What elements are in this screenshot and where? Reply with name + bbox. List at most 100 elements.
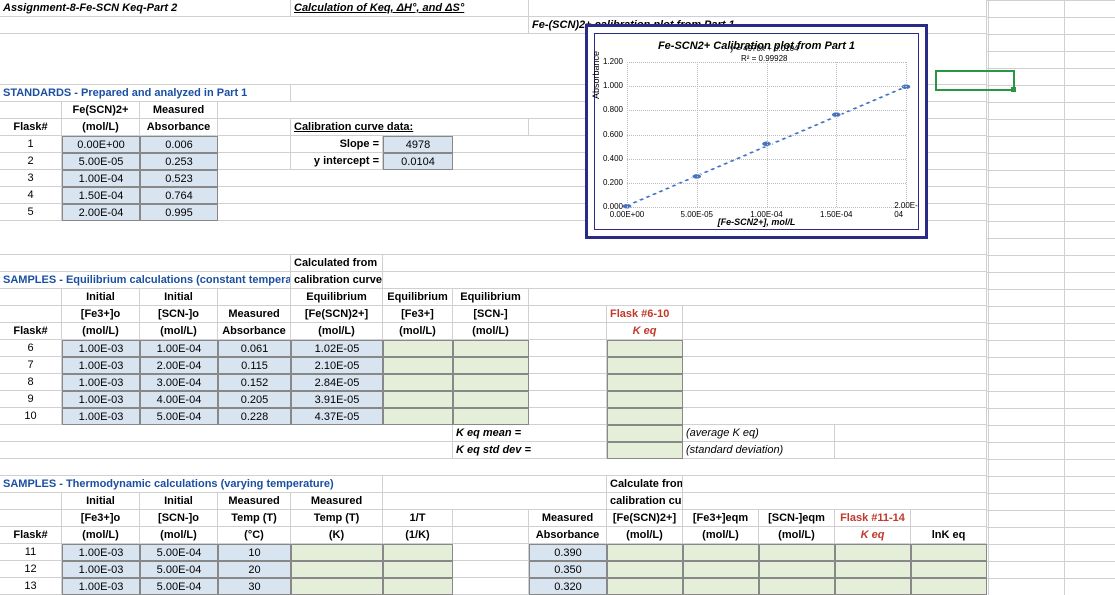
t-lnk[interactable] bbox=[911, 578, 987, 595]
std-flask[interactable]: 3 bbox=[0, 170, 62, 187]
out-fe3[interactable] bbox=[383, 374, 453, 391]
s-f[interactable]: 9 bbox=[0, 391, 62, 408]
s-fe[interactable]: 1.00E-03 bbox=[62, 391, 140, 408]
t-scneq[interactable] bbox=[759, 561, 835, 578]
t-scneq[interactable] bbox=[759, 544, 835, 561]
s-fe[interactable]: 1.00E-03 bbox=[62, 357, 140, 374]
s-eq[interactable]: 2.10E-05 bbox=[291, 357, 383, 374]
out-scn[interactable] bbox=[453, 374, 529, 391]
s-eq[interactable]: 1.02E-05 bbox=[291, 340, 383, 357]
t-a[interactable]: 0.320 bbox=[529, 578, 607, 595]
s-scn[interactable]: 3.00E-04 bbox=[140, 374, 218, 391]
std-a[interactable]: 0.253 bbox=[140, 153, 218, 170]
out-keq[interactable] bbox=[607, 357, 683, 374]
out-scn[interactable] bbox=[453, 408, 529, 425]
mean-val[interactable] bbox=[607, 425, 683, 442]
t-scn[interactable]: 5.00E-04 bbox=[140, 544, 218, 561]
t-a[interactable]: 0.390 bbox=[529, 544, 607, 561]
s-a[interactable]: 0.115 bbox=[218, 357, 291, 374]
t-lnk[interactable] bbox=[911, 544, 987, 561]
std-a[interactable]: 0.995 bbox=[140, 204, 218, 221]
t-t[interactable]: 10 bbox=[218, 544, 291, 561]
std-a[interactable]: 0.764 bbox=[140, 187, 218, 204]
t-scneq[interactable] bbox=[759, 578, 835, 595]
t-fe[interactable]: 1.00E-03 bbox=[62, 578, 140, 595]
out-keq[interactable] bbox=[607, 408, 683, 425]
t-t[interactable]: 30 bbox=[218, 578, 291, 595]
std-c[interactable]: 5.00E-05 bbox=[62, 153, 140, 170]
t-fe3[interactable] bbox=[683, 544, 759, 561]
t-fe[interactable]: 1.00E-03 bbox=[62, 561, 140, 578]
t-f[interactable]: 12 bbox=[0, 561, 62, 578]
s-f[interactable]: 7 bbox=[0, 357, 62, 374]
t-scn[interactable]: 5.00E-04 bbox=[140, 561, 218, 578]
t-keq[interactable] bbox=[835, 578, 911, 595]
t-keq[interactable] bbox=[835, 544, 911, 561]
t-K[interactable] bbox=[291, 561, 383, 578]
s-scn[interactable]: 4.00E-04 bbox=[140, 391, 218, 408]
std-val[interactable] bbox=[607, 442, 683, 459]
t-keq[interactable] bbox=[835, 561, 911, 578]
t-fe3[interactable] bbox=[683, 578, 759, 595]
slope-val[interactable]: 4978 bbox=[383, 136, 453, 153]
s-eq[interactable]: 2.84E-05 bbox=[291, 374, 383, 391]
t-f[interactable]: 13 bbox=[0, 578, 62, 595]
t-t[interactable]: 20 bbox=[218, 561, 291, 578]
out-keq[interactable] bbox=[607, 374, 683, 391]
s-eq[interactable]: 3.91E-05 bbox=[291, 391, 383, 408]
out-keq[interactable] bbox=[607, 340, 683, 357]
out-fe3[interactable] bbox=[383, 357, 453, 374]
out-fe3[interactable] bbox=[383, 408, 453, 425]
s-fe[interactable]: 1.00E-03 bbox=[62, 374, 140, 391]
std-c[interactable]: 1.50E-04 bbox=[62, 187, 140, 204]
t-a[interactable]: 0.350 bbox=[529, 561, 607, 578]
std-flask[interactable]: 2 bbox=[0, 153, 62, 170]
s-a[interactable]: 0.061 bbox=[218, 340, 291, 357]
out-fe3[interactable] bbox=[383, 391, 453, 408]
std-c[interactable]: 1.00E-04 bbox=[62, 170, 140, 187]
s-scn[interactable]: 1.00E-04 bbox=[140, 340, 218, 357]
t-fc[interactable] bbox=[607, 561, 683, 578]
u8: (mol/L) bbox=[607, 527, 683, 544]
t-lnk[interactable] bbox=[911, 561, 987, 578]
out-fe3[interactable] bbox=[383, 340, 453, 357]
s-eq[interactable]: 4.37E-05 bbox=[291, 408, 383, 425]
s-a[interactable]: 0.205 bbox=[218, 391, 291, 408]
t-iT[interactable] bbox=[383, 578, 453, 595]
std-flask[interactable]: 5 bbox=[0, 204, 62, 221]
s-scn[interactable]: 2.00E-04 bbox=[140, 357, 218, 374]
std-flask[interactable]: 1 bbox=[0, 136, 62, 153]
out-scn[interactable] bbox=[453, 340, 529, 357]
s-fe[interactable]: 1.00E-03 bbox=[62, 340, 140, 357]
s-a[interactable]: 0.152 bbox=[218, 374, 291, 391]
s-scn[interactable]: 5.00E-04 bbox=[140, 408, 218, 425]
t-K[interactable] bbox=[291, 544, 383, 561]
t-f[interactable]: 11 bbox=[0, 544, 62, 561]
calibration-chart[interactable]: Fe-SCN2+ Calibration plot from Part 1 Ab… bbox=[585, 24, 928, 239]
s-fe[interactable]: 1.00E-03 bbox=[62, 408, 140, 425]
yint-val[interactable]: 0.0104 bbox=[383, 153, 453, 170]
t-fe3[interactable] bbox=[683, 561, 759, 578]
active-cell[interactable] bbox=[935, 70, 1015, 91]
std-a[interactable]: 0.006 bbox=[140, 136, 218, 153]
fill-handle-icon[interactable] bbox=[1011, 87, 1016, 92]
s-f[interactable]: 8 bbox=[0, 374, 62, 391]
out-keq[interactable] bbox=[607, 391, 683, 408]
s-f[interactable]: 6 bbox=[0, 340, 62, 357]
s-f[interactable]: 10 bbox=[0, 408, 62, 425]
t-scn[interactable]: 5.00E-04 bbox=[140, 578, 218, 595]
std-flask[interactable]: 4 bbox=[0, 187, 62, 204]
t-K[interactable] bbox=[291, 578, 383, 595]
t-iT[interactable] bbox=[383, 561, 453, 578]
out-scn[interactable] bbox=[453, 391, 529, 408]
std-c[interactable]: 2.00E-04 bbox=[62, 204, 140, 221]
t-fc[interactable] bbox=[607, 544, 683, 561]
out-scn[interactable] bbox=[453, 357, 529, 374]
std-a[interactable]: 0.523 bbox=[140, 170, 218, 187]
s-a[interactable]: 0.228 bbox=[218, 408, 291, 425]
std-c[interactable]: 0.00E+00 bbox=[62, 136, 140, 153]
avg-note: (average K eq) bbox=[683, 425, 835, 442]
t-fe[interactable]: 1.00E-03 bbox=[62, 544, 140, 561]
t-fc[interactable] bbox=[607, 578, 683, 595]
t-iT[interactable] bbox=[383, 544, 453, 561]
